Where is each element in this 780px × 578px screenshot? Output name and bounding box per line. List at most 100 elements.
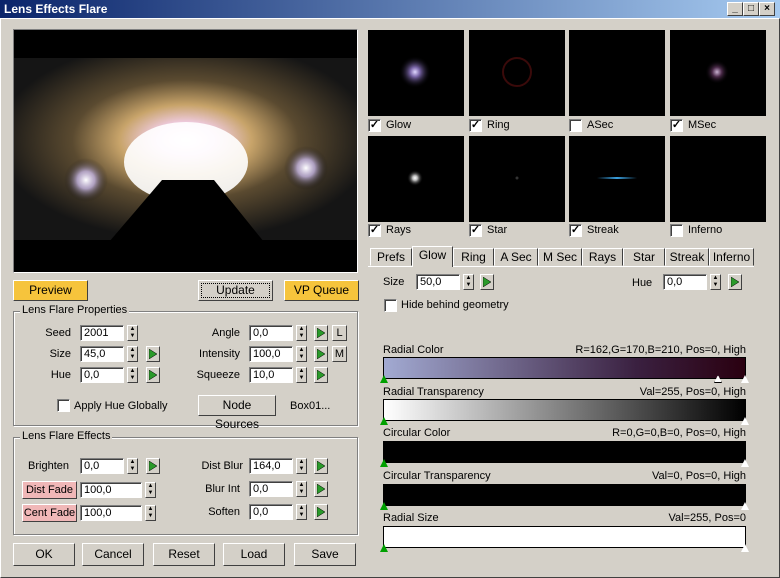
- rays-thumbnail[interactable]: [368, 136, 464, 222]
- brighten-animate-icon[interactable]: [146, 458, 160, 474]
- size-label: Size: [49, 348, 71, 360]
- tab-glow[interactable]: Glow: [412, 246, 453, 267]
- cent-fade-spinner[interactable]: ▲ ▼: [145, 505, 156, 521]
- rays-thumb-label: Rays: [386, 224, 412, 236]
- brighten-field[interactable]: 0,0: [80, 458, 124, 474]
- cent-fade-field[interactable]: 100,0: [80, 505, 142, 521]
- glow-hue-animate-icon[interactable]: [728, 274, 742, 290]
- intensity-field[interactable]: 100,0: [249, 346, 293, 362]
- intensity-spinner[interactable]: ▲ ▼: [296, 346, 307, 362]
- cent-fade-button[interactable]: Cent Fade: [22, 504, 77, 522]
- hide-behind-checkbox[interactable]: [384, 299, 397, 312]
- asec-checkbox[interactable]: [569, 119, 582, 132]
- streak-thumb-label: Streak: [587, 224, 619, 236]
- inferno-thumbnail[interactable]: [670, 136, 766, 222]
- dist-fade-field[interactable]: 100,0: [80, 482, 142, 498]
- glow-hue-field[interactable]: 0,0: [663, 274, 707, 290]
- streak-thumbnail[interactable]: [569, 136, 665, 222]
- seed-field[interactable]: 2001: [80, 325, 124, 341]
- angle-animate-icon[interactable]: [314, 325, 328, 341]
- tab-inferno[interactable]: Inferno: [709, 248, 754, 266]
- squeeze-label: Squeeze: [196, 369, 240, 381]
- msec-thumbnail[interactable]: [670, 30, 766, 116]
- glow-size-field[interactable]: 50,0: [416, 274, 460, 290]
- update-button[interactable]: Update: [198, 280, 273, 301]
- radial-color-value: R=162,G=170,B=210, Pos=0, High: [575, 344, 746, 356]
- size-animate-icon[interactable]: [146, 346, 160, 362]
- dist-blur-label: Dist Blur: [201, 460, 243, 472]
- tab-star[interactable]: Star: [623, 248, 665, 266]
- dist-blur-animate-icon[interactable]: [314, 458, 328, 474]
- minimize-button[interactable]: _: [727, 2, 743, 16]
- glow-size-spinner[interactable]: ▲ ▼: [463, 274, 474, 290]
- glow-checkbox[interactable]: ✓: [368, 119, 381, 132]
- tab-ring[interactable]: Ring: [453, 248, 494, 266]
- angle-field[interactable]: 0,0: [249, 325, 293, 341]
- vp-queue-button[interactable]: VP Queue: [284, 280, 359, 301]
- soften-animate-icon[interactable]: [314, 504, 328, 520]
- brighten-spinner[interactable]: ▲ ▼: [127, 458, 138, 474]
- tab-rays[interactable]: Rays: [582, 248, 623, 266]
- soften-field[interactable]: 0,0: [249, 504, 293, 520]
- glow-hue-spinner[interactable]: ▲ ▼: [710, 274, 721, 290]
- dist-blur-field[interactable]: 164,0: [249, 458, 293, 474]
- tab-msec[interactable]: M Sec: [538, 248, 582, 266]
- intensity-animate-icon[interactable]: [314, 346, 328, 362]
- m-button[interactable]: M: [332, 346, 347, 362]
- hue-animate-icon[interactable]: [146, 367, 160, 383]
- star-thumbnail[interactable]: [469, 136, 565, 222]
- radial-transparency-gradient[interactable]: [383, 399, 746, 421]
- radial-transparency-value: Val=255, Pos=0, High: [639, 386, 746, 398]
- hue-field[interactable]: 0,0: [80, 367, 124, 383]
- rays-checkbox[interactable]: ✓: [368, 224, 381, 237]
- apply-hue-checkbox[interactable]: [57, 399, 70, 412]
- squeeze-spinner[interactable]: ▲ ▼: [296, 367, 307, 383]
- load-button[interactable]: Load: [223, 543, 285, 566]
- brighten-label: Brighten: [28, 460, 69, 472]
- dist-fade-spinner[interactable]: ▲ ▼: [145, 482, 156, 498]
- circular-transparency-gradient[interactable]: [383, 484, 746, 506]
- star-checkbox[interactable]: ✓: [469, 224, 482, 237]
- seed-spinner[interactable]: ▲ ▼: [127, 325, 138, 341]
- blur-int-field[interactable]: 0,0: [249, 481, 293, 497]
- msec-checkbox[interactable]: ✓: [670, 119, 683, 132]
- tab-streak[interactable]: Streak: [665, 248, 709, 266]
- size-spinner[interactable]: ▲ ▼: [127, 346, 138, 362]
- squeeze-field[interactable]: 10,0: [249, 367, 293, 383]
- maximize-button[interactable]: □: [743, 2, 759, 16]
- hue-spinner[interactable]: ▲ ▼: [127, 367, 138, 383]
- glow-thumbnail[interactable]: [368, 30, 464, 116]
- inferno-thumb-label: Inferno: [688, 224, 723, 236]
- save-button[interactable]: Save: [294, 543, 356, 566]
- circular-color-gradient[interactable]: [383, 441, 746, 463]
- asec-thumb-label: ASec: [587, 119, 614, 131]
- ring-thumbnail[interactable]: [469, 30, 565, 116]
- node-sources-button[interactable]: Node Sources: [198, 395, 276, 431]
- radial-color-gradient[interactable]: [383, 357, 746, 379]
- ring-checkbox[interactable]: ✓: [469, 119, 482, 132]
- inferno-checkbox[interactable]: [670, 224, 683, 237]
- size-field[interactable]: 45,0: [80, 346, 124, 362]
- soften-spinner[interactable]: ▲ ▼: [296, 504, 307, 520]
- streak-checkbox[interactable]: ✓: [569, 224, 582, 237]
- reset-button[interactable]: Reset: [153, 543, 215, 566]
- ok-button[interactable]: OK: [13, 543, 75, 566]
- tab-prefs[interactable]: Prefs: [370, 248, 412, 266]
- l-button[interactable]: L: [332, 325, 347, 341]
- dist-fade-button[interactable]: Dist Fade: [22, 481, 77, 499]
- blur-int-spinner[interactable]: ▲ ▼: [296, 481, 307, 497]
- preview-button[interactable]: Preview: [13, 280, 88, 301]
- blur-int-animate-icon[interactable]: [314, 481, 328, 497]
- dist-blur-spinner[interactable]: ▲ ▼: [296, 458, 307, 474]
- tab-asec[interactable]: A Sec: [494, 248, 538, 266]
- squeeze-animate-icon[interactable]: [314, 367, 328, 383]
- angle-spinner[interactable]: ▲ ▼: [296, 325, 307, 341]
- cancel-button[interactable]: Cancel: [82, 543, 144, 566]
- glow-hue-label: Hue: [632, 277, 653, 289]
- radial-size-gradient[interactable]: [383, 526, 746, 548]
- circular-transparency-value: Val=0, Pos=0, High: [652, 470, 746, 482]
- asec-thumbnail[interactable]: [569, 30, 665, 116]
- intensity-label: Intensity: [199, 348, 240, 360]
- glow-size-animate-icon[interactable]: [480, 274, 494, 290]
- close-button[interactable]: ×: [759, 2, 775, 16]
